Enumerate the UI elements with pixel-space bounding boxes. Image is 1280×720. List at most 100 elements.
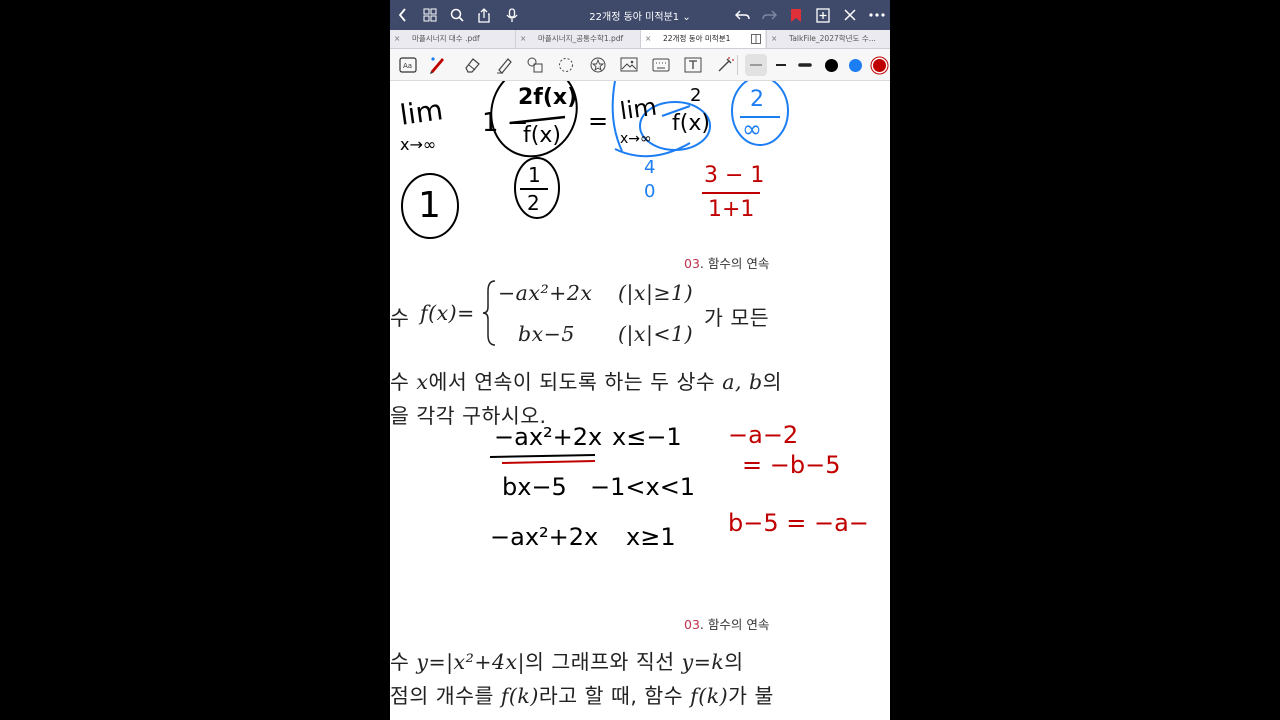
handwritten-fraction-denominator: f(x): [523, 123, 561, 148]
handwritten-blue-0: 0: [644, 181, 656, 202]
color-red-swatch[interactable]: [869, 55, 889, 75]
problem2-text: 점의 개수를: [390, 684, 501, 708]
document-tab-bar: × 마플시너지 대수 .pdf × 마플시너지_공통수학1.pdf × 22개정…: [390, 30, 890, 49]
toolbar-divider: [737, 55, 738, 75]
pdf-annotation-app: 22개정 동아 미적분1 ⌄ × 마플시너지 대수 .pdf × 마플시너지_공…: [390, 0, 890, 720]
pen-icon[interactable]: [427, 55, 447, 75]
problem2-text: 가 불: [728, 684, 774, 708]
problem1-prefix: 수: [390, 306, 410, 330]
tab-label: 마플시너지_공통수학1.pdf: [538, 34, 624, 43]
highlighter-icon[interactable]: [494, 55, 514, 75]
problem2-expression: y=|x²+4x|: [416, 650, 526, 674]
problem1-line-2: 수 x에서 연속이 되도록 하는 두 상수 a, b의: [390, 365, 782, 395]
split-view-icon[interactable]: [751, 33, 761, 44]
color-blue-swatch[interactable]: [845, 55, 865, 75]
problem2-expression: y=k: [681, 650, 725, 674]
tab-label: 22개정 동아 미적분1: [663, 34, 731, 43]
keyboard-icon[interactable]: [651, 55, 671, 75]
section-header-2: 03. 함수의 연속: [684, 614, 769, 633]
lasso-select-icon[interactable]: [556, 55, 576, 75]
problem1-constants: a, b: [722, 370, 763, 394]
piecewise-case-2-expression: bx−5: [518, 322, 575, 346]
handwritten-one: 1: [418, 185, 441, 226]
handwritten-circled-infinity: ∞: [742, 115, 762, 143]
problem2-expression: f(k): [690, 684, 729, 708]
handwritten-fraction-numerator: 2f(x): [518, 85, 578, 110]
handwritten-fraction2-numerator: 2: [690, 85, 702, 106]
problem2-expression: f(k): [500, 684, 539, 708]
piecewise-case-2-condition: (|x|<1): [618, 322, 694, 346]
tab-label: 마플시너지 대수 .pdf: [412, 34, 480, 43]
stroke-thin-button[interactable]: [745, 54, 767, 76]
piecewise-case-1-expression: −ax²+2x: [498, 281, 593, 305]
problem1-text: 수: [390, 370, 417, 394]
problem2-text: 라고 할 때, 함수: [538, 684, 691, 708]
handwritten-red-3: b−5 = −a−: [728, 509, 869, 537]
sticker-icon[interactable]: [588, 55, 608, 75]
annotation-toolbar: Aa: [390, 49, 890, 81]
handwritten-case-a-condition: x≤−1: [612, 423, 682, 451]
handwritten-lim-2-subscript: x→∞: [620, 131, 652, 147]
problem2-text: 수: [390, 650, 417, 674]
handwritten-circled-numerator: 2: [750, 87, 764, 112]
handwritten-red-2: = −b−5: [742, 451, 841, 479]
section-number: 03: [684, 256, 700, 271]
handwritten-lim: lim: [397, 93, 445, 132]
handwritten-half-denominator: 2: [527, 191, 540, 215]
handwritten-half-numerator: 1: [528, 163, 541, 187]
stroke-medium-button[interactable]: [771, 55, 791, 75]
problem2-text: 의: [724, 650, 744, 674]
undo-icon[interactable]: [733, 6, 751, 24]
section-header-1: 03. 함수의 연속: [684, 253, 769, 272]
handwritten-equals: =: [588, 107, 609, 135]
textbox-icon[interactable]: [683, 55, 703, 75]
lasso-icon[interactable]: Aa: [398, 55, 418, 75]
problem1-function: f(x)=: [420, 301, 475, 325]
tab-document-3[interactable]: × 22개정 동아 미적분1: [641, 30, 765, 48]
tab-document-1[interactable]: × 마플시너지 대수 .pdf: [390, 30, 516, 48]
handwritten-blue-4: 4: [644, 157, 656, 178]
handwritten-case-c-condition: x≥1: [626, 523, 676, 551]
handwritten-case-b: bx−5: [502, 473, 567, 501]
eraser-icon[interactable]: [462, 55, 482, 75]
tab-document-4[interactable]: × TalkFile_2027학년도 수...: [766, 30, 890, 48]
handwritten-lim-2: lim: [618, 92, 659, 126]
problem2-line-1: 수 y=|x²+4x|의 그래프와 직선 y=k의: [390, 645, 744, 675]
problem2-line-2: 점의 개수를 f(k)라고 할 때, 함수 f(k)가 불: [390, 679, 774, 709]
handwritten-red-denominator: 1+1: [708, 197, 755, 222]
handwritten-case-a: −ax²+2x: [494, 423, 603, 451]
section-title: . 함수의 연속: [699, 617, 770, 632]
section-title: . 함수의 연속: [699, 256, 770, 271]
bookmark-icon[interactable]: [787, 6, 805, 24]
more-icon[interactable]: [868, 6, 886, 24]
pdf-page[interactable]: lim x→∞ 1 − 2f(x) f(x) = lim x→∞ 2 f(x) …: [390, 81, 890, 720]
redo-icon[interactable]: [760, 6, 778, 24]
piecewise-brace: [482, 280, 496, 346]
problem1-variable: x: [416, 370, 429, 394]
stroke-thick-button[interactable]: [795, 55, 815, 75]
tab-close-icon[interactable]: ×: [394, 30, 400, 48]
handwritten-case-c: −ax²+2x: [490, 523, 599, 551]
image-icon[interactable]: [619, 55, 639, 75]
tab-close-icon[interactable]: ×: [645, 30, 651, 48]
handwritten-one-minus: 1 −: [482, 108, 529, 138]
handwritten-case-b-condition: −1<x<1: [590, 473, 696, 501]
top-navigation-bar: 22개정 동아 미적분1 ⌄: [390, 0, 890, 30]
problem1-text: 의: [762, 370, 782, 394]
problem1-text: 에서 연속이 되도록 하는 두 상수: [428, 370, 723, 394]
close-icon[interactable]: [841, 6, 859, 24]
tab-close-icon[interactable]: ×: [520, 30, 526, 48]
handwritten-lim-subscript: x→∞: [400, 135, 437, 154]
tab-close-icon[interactable]: ×: [771, 30, 777, 48]
svg-text:Aa: Aa: [403, 62, 412, 70]
color-black-swatch[interactable]: [821, 55, 841, 75]
laser-pointer-icon[interactable]: [715, 55, 735, 75]
handwritten-red-1: −a−2: [728, 421, 799, 449]
piecewise-case-1-condition: (|x|≥1): [618, 281, 694, 305]
handwritten-fraction2-denominator: f(x): [672, 111, 710, 136]
handwritten-red-numerator: 3 − 1: [704, 163, 765, 188]
add-page-icon[interactable]: [814, 6, 832, 24]
shape-icon[interactable]: [525, 55, 545, 75]
problem2-text: 의 그래프와 직선: [525, 650, 682, 674]
tab-document-2[interactable]: × 마플시너지_공통수학1.pdf: [516, 30, 641, 48]
